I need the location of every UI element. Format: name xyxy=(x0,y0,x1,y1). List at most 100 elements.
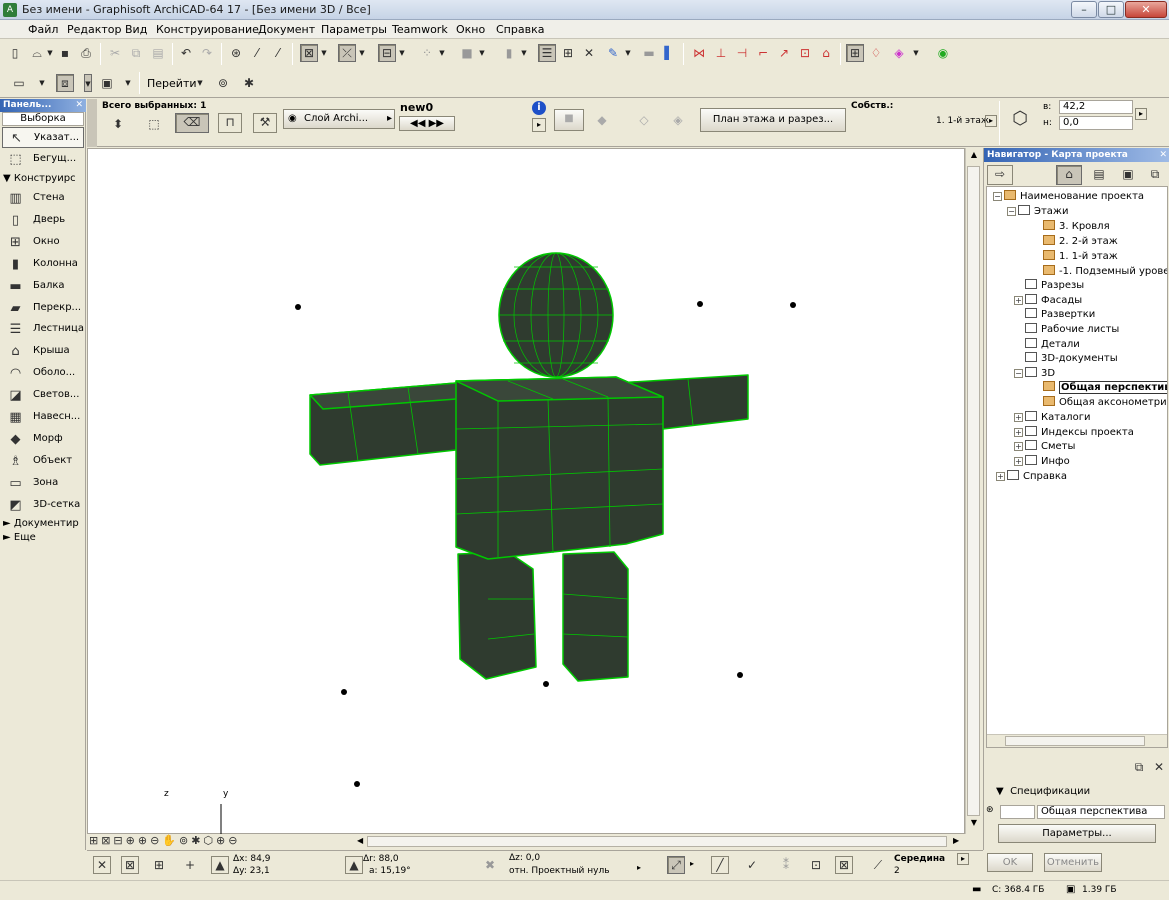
menu-view[interactable]: Вид xyxy=(125,23,147,36)
snap-grid-icon[interactable]: ⊞ xyxy=(150,856,168,874)
selection-tab[interactable]: Выборка xyxy=(2,112,84,126)
guide-lines-icon[interactable]: ⤫ xyxy=(338,44,356,62)
pet-palette-icon[interactable]: ⊞ xyxy=(846,44,864,62)
split-icon[interactable]: ⋈ xyxy=(690,44,708,62)
shape-icon[interactable]: ◆ xyxy=(593,111,611,129)
layers-icon[interactable]: ☰ xyxy=(538,44,556,62)
add-node-icon[interactable]: ⊡ xyxy=(796,44,814,62)
tool-marquee[interactable]: ⬚ Бегущ... xyxy=(2,149,84,170)
plan-dropdown[interactable]: ▼ xyxy=(38,74,46,92)
tree-schedules[interactable]: Каталоги xyxy=(1025,410,1090,425)
bimx-icon[interactable]: ◉ xyxy=(934,44,952,62)
intersect-icon[interactable]: ⊣ xyxy=(733,44,751,62)
more-group[interactable]: ► Еще xyxy=(3,532,36,543)
close-small-icon[interactable]: ✕ xyxy=(93,856,111,874)
eyedropper-icon[interactable]: ♢ xyxy=(867,44,885,62)
tree-interior-elevations[interactable]: Развертки xyxy=(1025,307,1095,322)
tool-item[interactable]: ◪ Светов... xyxy=(2,385,84,406)
floor-plan-section-button[interactable]: План этажа и разрез... xyxy=(700,108,846,132)
print-icon[interactable]: ⎙ xyxy=(77,44,95,62)
3d-dropdown[interactable]: ▼ xyxy=(84,74,92,92)
guides-dropdown[interactable]: ▼ xyxy=(358,44,366,62)
origin-icon[interactable]: + xyxy=(181,856,199,874)
layout-dropdown[interactable]: ▼ xyxy=(124,74,132,92)
save-icon[interactable]: ▪ xyxy=(56,44,74,62)
group-icon[interactable]: ■ xyxy=(458,44,476,62)
snap-dropdown[interactable]: ▸ xyxy=(690,859,694,868)
open-folder-icon[interactable]: ⌓ xyxy=(28,44,46,62)
z-icon[interactable]: ✖ xyxy=(481,856,499,874)
navigator-menu-icon[interactable]: ⇨ xyxy=(987,165,1013,185)
tool-item[interactable]: ▯ Дверь xyxy=(2,210,84,231)
menu-document[interactable]: Документ xyxy=(258,23,315,36)
tool-item[interactable]: ▮ Колонна xyxy=(2,254,84,275)
eraser-icon[interactable]: ⌫ xyxy=(175,113,209,133)
grid-snap-icon[interactable]: ⁘ xyxy=(418,44,436,62)
tree-sections[interactable]: Разрезы xyxy=(1025,278,1084,293)
gravity-icon[interactable]: ⊟ xyxy=(378,44,396,62)
delta-y[interactable]: Δy: 23,1 xyxy=(233,866,270,876)
tool-item[interactable]: ▰ Перекр... xyxy=(2,298,84,319)
group-dropdown[interactable]: ▼ xyxy=(478,44,486,62)
tree-help[interactable]: Справка xyxy=(1007,469,1067,484)
tree-stories[interactable]: Этажи xyxy=(1018,204,1068,219)
menu-file[interactable]: Файл xyxy=(28,23,58,36)
elevation-icon[interactable]: ⊞ xyxy=(559,44,577,62)
close-icon[interactable]: ✕ xyxy=(75,99,83,112)
tree-3d[interactable]: 3D xyxy=(1025,366,1055,381)
trace-icon[interactable]: ⊠ xyxy=(300,44,318,62)
tree-horizontal-scrollbar[interactable] xyxy=(987,734,1167,747)
layout-icon[interactable]: ▣ xyxy=(98,74,116,92)
tool-item[interactable]: ☰ Лестница xyxy=(2,319,84,340)
delete-icon[interactable]: ✕ xyxy=(580,44,598,62)
parameters-button[interactable]: Параметры... xyxy=(998,824,1156,843)
tool-item[interactable]: ⌂ Крыша xyxy=(2,341,84,362)
open-dropdown[interactable]: ▼ xyxy=(46,44,54,62)
tool-item[interactable]: ▬ Балка xyxy=(2,276,84,297)
publisher-icon[interactable]: ⧉ xyxy=(1142,165,1168,185)
delta-z[interactable]: Δz: 0,0 xyxy=(509,853,540,863)
menu-window[interactable]: Окно xyxy=(456,23,485,36)
snap-guide-icon[interactable]: ⤢ xyxy=(667,856,685,874)
tree-generic-perspective[interactable]: Общая перспектива xyxy=(1043,380,1167,395)
tool-item[interactable]: ◩ 3D-сетка xyxy=(2,495,84,516)
rect-selection-icon[interactable]: ⬚ xyxy=(145,115,163,133)
more-arrow-icon[interactable]: ▸ xyxy=(1135,108,1147,120)
specs-toggle[interactable]: ▼ Спецификации xyxy=(996,784,1090,799)
3d-viewport[interactable]: z y xyxy=(87,148,965,834)
snap-divisions[interactable]: 2 xyxy=(894,866,900,876)
gravity-dropdown[interactable]: ▼ xyxy=(398,44,406,62)
tree-story-1[interactable]: 1. 1-й этаж xyxy=(1043,249,1118,264)
tree-info[interactable]: Инфо xyxy=(1025,454,1070,469)
ref-arrow-icon[interactable]: ▸ xyxy=(637,863,647,873)
undo-icon[interactable]: ↶ xyxy=(177,44,195,62)
grid-dropdown[interactable]: ▼ xyxy=(438,44,446,62)
plan-view-icon[interactable]: ▭ xyxy=(10,74,28,92)
suspend-dropdown[interactable]: ▼ xyxy=(520,44,528,62)
tree-estimates[interactable]: Сметы xyxy=(1025,439,1075,454)
angle-value[interactable]: a: 15,19° xyxy=(369,866,411,876)
menu-teamwork[interactable]: Teamwork xyxy=(392,23,448,36)
line-tool-icon[interactable]: ╱ xyxy=(711,856,729,874)
project-map-icon[interactable]: ⌂ xyxy=(1056,165,1082,185)
view-name-field[interactable]: Общая перспектива xyxy=(1037,805,1165,819)
snap-arrow-icon[interactable]: ▸ xyxy=(957,853,969,865)
menu-edit[interactable]: Редактор xyxy=(67,23,122,36)
close-icon[interactable]: ✕ xyxy=(1159,148,1167,162)
tree-details[interactable]: Детали xyxy=(1025,337,1080,352)
adjust-icon[interactable]: ⊥ xyxy=(712,44,730,62)
tool-item[interactable]: ◠ Оболо... xyxy=(2,363,84,384)
tool-item[interactable]: ⊞ Окно xyxy=(2,232,84,253)
new-file-icon[interactable]: ▯ xyxy=(6,44,24,62)
tree-project-indexes[interactable]: Индексы проекта xyxy=(1025,425,1134,440)
view-map-icon[interactable]: ▤ xyxy=(1086,165,1112,185)
copy-icon[interactable]: ⧉ xyxy=(127,44,145,62)
delta-r[interactable]: Δr: 88,0 xyxy=(363,854,399,864)
snap-mode[interactable]: Середина xyxy=(894,854,945,864)
goto-label[interactable]: Перейти xyxy=(147,77,197,90)
layer-nav-buttons[interactable]: ◀◀ ▶▶ xyxy=(399,116,455,131)
layer-button[interactable]: ◉ Слой Archi... ▸ xyxy=(283,109,395,129)
pen-icon[interactable]: ✎ xyxy=(604,44,622,62)
grid-snap-icon[interactable]: ⊠ xyxy=(121,856,139,874)
find-select-icon[interactable]: ⊛ xyxy=(227,44,245,62)
